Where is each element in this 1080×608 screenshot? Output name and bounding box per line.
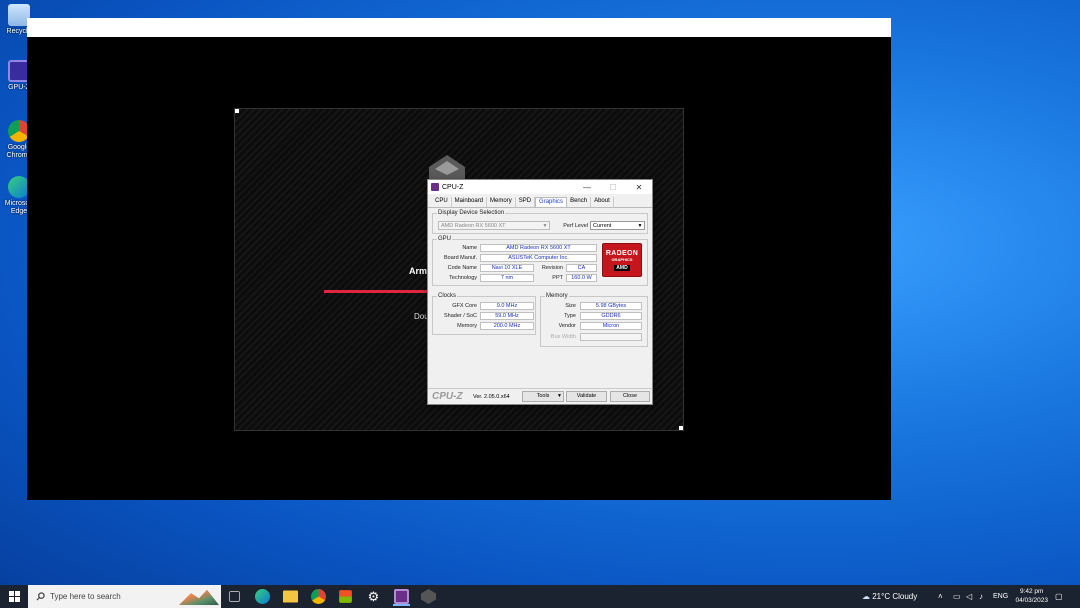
tray-chevron-up-icon[interactable]: ˄ (938, 585, 943, 608)
cpuz-brand-logo: CPU-Z (432, 391, 463, 402)
tab-cpu[interactable]: CPU (432, 197, 452, 207)
app-titlebar[interactable] (27, 18, 891, 37)
gfx-core-value: 9.0 MHz (480, 302, 534, 310)
memory-vendor-label: Vendor (558, 323, 576, 329)
shader-soc-label: Shader / SoC (443, 313, 477, 319)
close-window-button[interactable]: ✕ (626, 183, 652, 192)
memory-type-label: Type (564, 313, 576, 319)
cloud-icon: ☁ (862, 592, 870, 601)
minimize-button[interactable]: — (574, 183, 600, 192)
cpuz-app-icon (431, 183, 439, 191)
settings-gear-icon[interactable]: ⚙ (366, 589, 381, 604)
board-manuf-value: ASUSTeK Computer Inc. (480, 254, 597, 262)
splash-title: Arm (409, 266, 428, 276)
edge-icon[interactable] (255, 589, 270, 604)
task-view-icon[interactable] (229, 591, 240, 602)
clock-time: 9:42 pm (1019, 588, 1044, 595)
close-button[interactable]: Close (610, 391, 650, 402)
group-title: GPU (437, 236, 453, 242)
cpuz-footer: CPU-Z Ver. 2.05.0.x64 Tools ▼ Validate C… (428, 388, 652, 404)
memory-group: Memory Size 5.98 GBytes Type GDDR6 Vendo… (540, 293, 648, 347)
cpuz-tab-bar: CPU Mainboard Memory SPD Graphics Bench … (428, 194, 652, 208)
volume-icon[interactable]: ◁ (966, 585, 972, 608)
bus-width-label: Bus Width (550, 334, 576, 340)
maximize-button: ☐ (609, 182, 617, 192)
cpuz-version: Ver. 2.05.0.x64 (473, 394, 510, 400)
chevron-down-icon: ▼ (637, 223, 643, 229)
memory-clock-value: 200.0 MHz (480, 322, 534, 330)
gpu-name-value: AMD Radeon RX 5600 XT (480, 244, 597, 252)
shader-soc-value: 59.0 MHz (480, 312, 534, 320)
chevron-down-icon: ▼ (557, 393, 562, 399)
code-name-value: Navi 10 XLE (480, 264, 534, 272)
splash-corner (679, 426, 683, 430)
weather-text: 21°C Cloudy (872, 592, 918, 601)
display-device-value: AMD Radeon RX 5600 XT (441, 223, 506, 229)
tools-button-label: Tools (536, 393, 550, 399)
radeon-graphics-logo: RADEON GRAPHICS AMD (602, 243, 642, 277)
speaker-icon[interactable]: ♪ (979, 585, 983, 608)
cpuz-title: CPU-Z (442, 183, 464, 191)
code-name-label: Code Name (447, 265, 477, 271)
perf-level-value: Current (593, 223, 612, 229)
logo-line: AMD (614, 265, 630, 271)
tab-about[interactable]: About (591, 197, 614, 207)
taskbar-clock[interactable]: 9:42 pm 04/03/2023 (1015, 587, 1048, 605)
memory-size-label: Size (565, 303, 576, 309)
perf-level-select[interactable]: Current ▼ (590, 221, 645, 230)
ppt-label: PPT (552, 275, 563, 281)
cpuz-taskbar-icon[interactable] (393, 589, 410, 606)
clocks-group: Clocks GFX Core 9.0 MHz Shader / SoC 59.… (432, 293, 536, 335)
taskbar: Type here to search ⚙ ☁ 21°C Cloudy ˄ ▭ … (0, 585, 1080, 608)
search-placeholder: Type here to search (50, 592, 121, 601)
memory-type-value: GDDR6 (580, 312, 642, 320)
windows-logo-icon (8, 591, 20, 602)
notification-icon[interactable]: ▢ (1055, 585, 1063, 608)
tab-graphics[interactable]: Graphics (535, 197, 568, 207)
logo-line: GRAPHICS (611, 257, 633, 262)
technology-label: Technology (449, 275, 477, 281)
start-button[interactable] (0, 585, 28, 608)
logo-line: RADEON (605, 250, 639, 257)
chrome-icon[interactable] (311, 589, 326, 604)
perf-level-label: Perf Level (563, 223, 588, 229)
display-device-select: AMD Radeon RX 5600 XT ▼ (438, 221, 550, 230)
cpuz-titlebar[interactable]: CPU-Z — ☐ ✕ (428, 180, 652, 194)
tab-mainboard[interactable]: Mainboard (452, 197, 488, 207)
gfx-core-label: GFX Core (452, 303, 477, 309)
file-explorer-icon[interactable] (283, 590, 298, 603)
ppt-value: 160.0 W (566, 274, 597, 282)
splash-corner (235, 109, 239, 113)
network-icon[interactable]: ▭ (953, 585, 961, 608)
memory-vendor-value: Micron (580, 322, 642, 330)
display-device-group: Display Device Selection AMD Radeon RX 5… (432, 210, 648, 234)
store-icon[interactable] (339, 590, 352, 603)
validate-button[interactable]: Validate (566, 391, 607, 402)
splash-progress-bar (324, 290, 434, 293)
search-icon (36, 592, 45, 601)
chevron-down-icon: ▼ (542, 223, 548, 229)
tab-bench[interactable]: Bench (567, 197, 592, 207)
revision-label: Revision (541, 265, 563, 271)
search-highlight-art (179, 589, 219, 605)
taskbar-search-box[interactable]: Type here to search (28, 585, 221, 608)
bus-width-value (580, 333, 642, 341)
tab-spd[interactable]: SPD (516, 197, 536, 207)
gpu-name-label: Name (462, 245, 477, 251)
group-title: Memory (545, 293, 569, 299)
tab-memory[interactable]: Memory (487, 197, 516, 207)
group-title: Clocks (437, 293, 458, 299)
armoury-taskbar-icon[interactable] (421, 589, 436, 604)
cpuz-window: CPU-Z — ☐ ✕ CPU Mainboard Memory SPD Gra… (427, 179, 653, 405)
memory-clock-label: Memory (457, 323, 477, 329)
revision-value: CA (566, 264, 597, 272)
memory-size-value: 5.98 GBytes (580, 302, 642, 310)
language-indicator[interactable]: ENG (993, 585, 1008, 608)
board-manuf-label: Board Manuf. (443, 255, 477, 261)
technology-value: 7 nm (480, 274, 534, 282)
tools-button[interactable]: Tools ▼ (522, 391, 564, 402)
clock-date: 04/03/2023 (1015, 597, 1048, 604)
weather-widget[interactable]: ☁ 21°C Cloudy (862, 585, 917, 608)
group-title: Display Device Selection (437, 210, 506, 216)
